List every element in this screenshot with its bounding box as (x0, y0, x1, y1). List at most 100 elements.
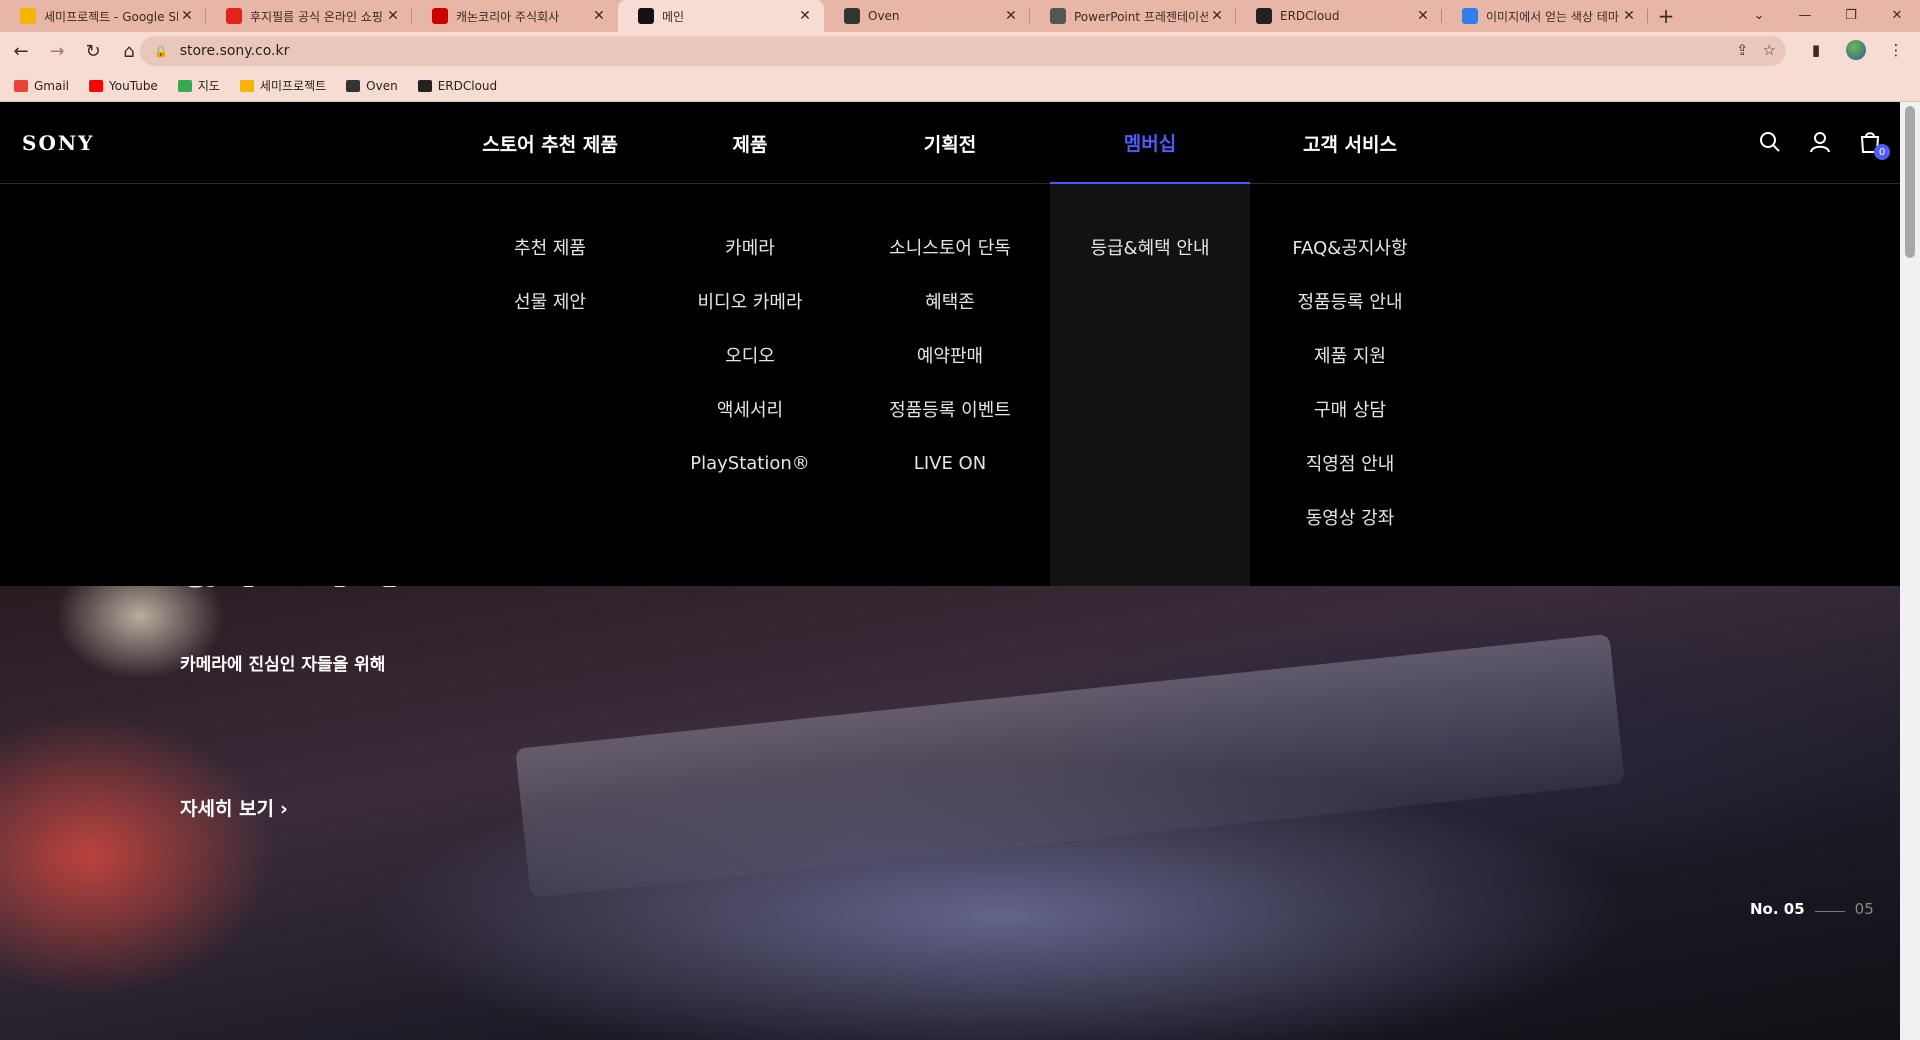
scrollbar-thumb[interactable] (1905, 106, 1915, 258)
global-navigation: SONY 스토어 추천 제품 제품 기획전 멤버십 고객 서비스 0 (0, 102, 1900, 184)
browser-tab[interactable]: 캐논코리아 주식회사 ✕ (412, 0, 618, 32)
oven-icon (844, 8, 860, 24)
folder-icon (239, 79, 254, 92)
oven-icon (346, 79, 361, 92)
browser-tab[interactable]: Oven ✕ (824, 0, 1030, 32)
browser-tab[interactable]: 이미지에서 얻는 색상 테마 ✕ (1442, 0, 1648, 32)
mega-menu-link[interactable]: 동영상 강좌 (1250, 490, 1450, 544)
lock-icon: 🔒 (154, 44, 168, 58)
back-button[interactable]: ← (6, 36, 36, 66)
slide-current: No. 05 (1750, 900, 1805, 918)
browser-tab[interactable]: PowerPoint 프레젠테이션 ✕ (1030, 0, 1236, 32)
close-tab-icon[interactable]: ✕ (1414, 8, 1432, 24)
tab-title: ERDCloud (1280, 9, 1340, 23)
close-tab-icon[interactable]: ✕ (1620, 8, 1638, 24)
hero-banner[interactable]: α7 IV 카메라에 진심인 자들을 위해 자세히 보기› No. 05 05 (0, 570, 1900, 1040)
sony-store-icon (638, 8, 654, 24)
close-tab-icon[interactable]: ✕ (590, 8, 608, 24)
tab-title: 메인 (662, 9, 685, 24)
gmail-icon (14, 79, 28, 92)
mega-menu-link[interactable]: LIVE ON (850, 436, 1050, 490)
menu-item[interactable]: 스토어 추천 제품 (450, 102, 650, 184)
mega-menu-link[interactable]: PlayStation® (650, 436, 850, 490)
browser-tab-strip: 세미프로젝트 - Google Sli ✕ 후지필름 공식 온라인 쇼핑 ✕ 캐논코리아… (0, 0, 1920, 32)
hero-detail-link[interactable]: 자세히 보기 › (180, 794, 288, 821)
close-tab-icon[interactable]: ✕ (1002, 8, 1020, 24)
new-tab-button[interactable]: + (1648, 0, 1684, 32)
mega-menu-link[interactable]: 비디오 카메라 (650, 274, 850, 328)
bookmark-label: 세미프로젝트 (259, 79, 327, 93)
slide-total: 05 (1854, 900, 1874, 918)
mega-menu-link[interactable]: 구매 상담 (1250, 382, 1450, 436)
erd-icon (417, 79, 432, 92)
hero-detail-label: 자세히 보기 (180, 798, 275, 820)
mega-menu-link[interactable]: 카메라 (650, 220, 850, 274)
forward-button[interactable]: → (42, 36, 72, 66)
window-controls: ⌄ — ❐ ✕ (1736, 0, 1920, 32)
mega-menu-panel: 추천 제품 선물 제안 카메라 비디오 카메라 오디오 액세서리 PlayStation® 소… (0, 184, 1900, 586)
chevron-right-icon: › (280, 798, 288, 820)
tab-search-icon[interactable]: ⌄ (1736, 0, 1782, 30)
mega-menu-link[interactable]: 소니스토어 단독 (850, 220, 1050, 274)
mega-menu-link[interactable]: 액세서리 (650, 382, 850, 436)
bookmark-item[interactable]: ERDCloud (417, 79, 497, 93)
more-menu-icon[interactable]: ⋮ (1882, 36, 1910, 64)
bookmark-item[interactable]: 세미프로젝트 (239, 77, 327, 94)
browser-tab[interactable]: 세미프로젝트 - Google Sli ✕ (0, 0, 206, 32)
mega-menu-link[interactable]: 오디오 (650, 328, 850, 382)
tab-list: 세미프로젝트 - Google Sli ✕ 후지필름 공식 온라인 쇼핑 ✕ 캐논코리아… (0, 0, 1648, 32)
mega-menu-link[interactable]: 제품 지원 (1250, 328, 1450, 382)
bookmark-item[interactable]: Oven (346, 79, 398, 93)
mega-menu-link[interactable]: 추천 제품 (450, 220, 650, 274)
url-text: store.sony.co.kr (179, 43, 290, 59)
mega-menu-link[interactable]: 직영점 안내 (1250, 436, 1450, 490)
menu-item[interactable]: 제품 (650, 102, 850, 184)
cart-count-badge: 0 (1874, 144, 1890, 160)
erd-icon (1256, 8, 1272, 24)
bookmark-star-icon[interactable]: ☆ (1763, 41, 1776, 59)
user-icon[interactable] (1808, 130, 1832, 154)
sony-logo[interactable]: SONY (22, 131, 94, 155)
side-panel-icon[interactable]: ▮ (1802, 36, 1830, 64)
close-tab-icon[interactable]: ✕ (796, 8, 814, 24)
browser-tab[interactable]: 후지필름 공식 온라인 쇼핑 ✕ (206, 0, 412, 32)
mega-menu-link[interactable]: 선물 제안 (450, 274, 650, 328)
hero-camera-image (515, 633, 1625, 899)
menu-item[interactable]: 고객 서비스 (1250, 102, 1450, 184)
slide-progress-line (1814, 910, 1845, 912)
browser-tab[interactable]: ERDCloud ✕ (1236, 0, 1442, 32)
cart-icon[interactable]: 0 (1858, 130, 1890, 160)
slide-counter: No. 05 05 (1750, 900, 1874, 918)
mega-menu-link[interactable]: 혜택존 (850, 274, 1050, 328)
mega-menu-link[interactable]: 등급&혜택 안내 (1050, 220, 1250, 274)
search-icon[interactable] (1758, 130, 1782, 154)
mega-menu-link[interactable]: 정품등록 안내 (1250, 274, 1450, 328)
mega-menu-link[interactable]: 정품등록 이벤트 (850, 382, 1050, 436)
adobe-color-icon (1462, 8, 1478, 24)
bookmark-item[interactable]: 지도 (177, 77, 220, 94)
close-tab-icon[interactable]: ✕ (1208, 8, 1226, 24)
tab-title: 이미지에서 얻는 색상 테마 (1486, 9, 1619, 24)
menu-item[interactable]: 멤버십 (1050, 102, 1250, 184)
browser-toolbar: ← → ↻ ⌂ 🔒 store.sony.co.kr ⇪ ☆ ▮ ⋮ (0, 32, 1920, 70)
address-bar[interactable]: 🔒 store.sony.co.kr ⇪ ☆ (140, 36, 1786, 66)
mega-menu-column: 추천 제품 선물 제안 (450, 184, 650, 586)
mega-menu-column: 카메라 비디오 카메라 오디오 액세서리 PlayStation® (650, 184, 850, 586)
mega-menu-link[interactable]: FAQ&공지사항 (1250, 220, 1450, 274)
restore-button[interactable]: ❐ (1828, 0, 1874, 30)
bookmarks-bar: Gmail YouTube 지도 세미프로젝트 Oven ERDCloud (0, 70, 1920, 102)
bookmark-label: YouTube (109, 78, 158, 93)
share-icon[interactable]: ⇪ (1736, 41, 1749, 59)
profile-avatar[interactable] (1842, 36, 1870, 64)
close-tab-icon[interactable]: ✕ (178, 8, 196, 24)
bookmark-item[interactable]: YouTube (89, 79, 158, 93)
mega-menu-link[interactable]: 예약판매 (850, 328, 1050, 382)
minimize-button[interactable]: — (1782, 0, 1828, 30)
reload-button[interactable]: ↻ (78, 36, 108, 66)
page-scrollbar[interactable] (1900, 102, 1920, 1040)
bookmark-item[interactable]: Gmail (14, 79, 69, 93)
menu-item[interactable]: 기획전 (850, 102, 1050, 184)
browser-tab[interactable]: 메인 ✕ (618, 0, 824, 32)
close-tab-icon[interactable]: ✕ (384, 8, 402, 24)
close-window-button[interactable]: ✕ (1874, 0, 1920, 30)
